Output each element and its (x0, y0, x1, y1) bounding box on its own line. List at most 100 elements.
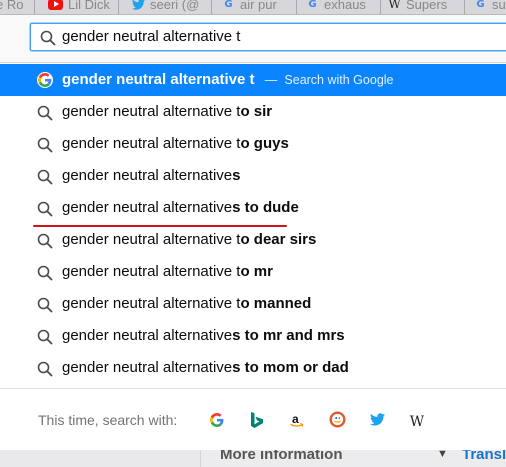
page-left-column (0, 450, 201, 467)
suggestion-row[interactable]: gender neutral alternatives to dude (0, 192, 506, 224)
suggestion-text: gender neutral alternatives to mom or da… (62, 352, 349, 384)
tab-1-label: e Ro (0, 0, 24, 12)
search-with-google-row[interactable]: gender neutral alternative t — Search wi… (0, 64, 506, 96)
chevron-down-icon[interactable]: ▼ (437, 450, 448, 460)
engine-bing-button[interactable] (245, 410, 269, 434)
page-content-behind: More information ▼ Transl (0, 450, 506, 467)
twitter-icon (132, 0, 145, 11)
completion-part: s to dude (232, 199, 299, 216)
tab-5[interactable]: G exhaus (306, 0, 378, 14)
google-icon (37, 72, 53, 88)
tab-4-label: air pur (240, 0, 277, 12)
tab-5-label: exhaus (324, 0, 366, 12)
selected-suggestion-text: gender neutral alternative t — Search wi… (62, 64, 394, 96)
action-separator: — (264, 73, 278, 87)
suggestion-text: gender neutral alternatives to mr and mr… (62, 320, 345, 352)
tab-4[interactable]: G air pur (222, 0, 294, 14)
tab-separator (118, 0, 119, 14)
translate-link[interactable]: Transl (462, 450, 506, 463)
engine-amazon-button[interactable]: a (285, 410, 309, 434)
tab-separator (464, 0, 465, 14)
search-icon (37, 329, 53, 345)
search-icon (37, 201, 53, 217)
typed-part: gender neutral alternative t (62, 231, 241, 248)
url-input[interactable] (62, 27, 482, 47)
google-icon (210, 412, 224, 432)
suggestion-row[interactable]: gender neutral alternatives to mom or da… (0, 352, 506, 384)
suggestion-row[interactable]: gender neutral alternatives to mr and mr… (0, 320, 506, 352)
tab-7-label: su (492, 0, 506, 12)
suggestion-row[interactable]: gender neutral alternative to guys (0, 128, 506, 160)
google-icon: G (224, 0, 233, 10)
tab-strip: e Ro Lil Dick seeri (@ G air pur G exhau… (0, 0, 506, 15)
wikipedia-icon: W (409, 414, 425, 430)
tab-separator (380, 0, 381, 14)
selected-query: gender neutral alternative t (62, 71, 255, 88)
tab-1[interactable]: e Ro (0, 0, 32, 14)
engine-wikipedia-button[interactable]: W (405, 410, 429, 434)
search-icon (37, 137, 53, 153)
wikipedia-icon: W (388, 0, 401, 11)
suggestion-row[interactable]: gender neutral alternative to sir (0, 96, 506, 128)
nav-toolbar (0, 15, 506, 62)
tab-3-label: seeri (@ (150, 0, 200, 12)
tab-2[interactable]: Lil Dick (48, 0, 114, 14)
typed-part: gender neutral alternative (62, 327, 233, 344)
typed-part: gender neutral alternative (62, 359, 233, 376)
engine-duckduckgo-button[interactable] (325, 410, 349, 434)
search-icon (37, 265, 53, 281)
one-off-search-bar: This time, search with: a W (0, 388, 506, 452)
search-icon (37, 361, 53, 377)
engine-twitter-button[interactable] (365, 410, 389, 434)
completion-part: o mr (240, 263, 273, 280)
typed-part: gender neutral alternative t (62, 135, 241, 152)
twitter-icon (369, 413, 385, 431)
autocomplete-popup: gender neutral alternative t — Search wi… (0, 62, 506, 452)
suggestion-row[interactable]: gender neutral alternative to mr (0, 256, 506, 288)
completion-part: s to mom or dad (232, 359, 349, 376)
tab-3[interactable]: seeri (@ (132, 0, 204, 14)
completion-part: s (232, 167, 241, 184)
completion-part: o guys (240, 135, 289, 152)
svg-text:a: a (292, 412, 299, 426)
suggestion-row[interactable]: gender neutral alternative to manned (0, 288, 506, 320)
typed-part: gender neutral alternative t (62, 295, 241, 312)
one-off-label: This time, search with: (38, 412, 178, 428)
tab-separator (296, 0, 297, 14)
suggestion-text: gender neutral alternatives (62, 160, 240, 192)
suggestion-text: gender neutral alternatives to dude (62, 192, 299, 224)
typed-part: gender neutral alternative (62, 199, 233, 216)
suggestion-text: gender neutral alternative to dear sirs (62, 224, 316, 256)
url-bar[interactable] (30, 23, 506, 51)
tab-2-label: Lil Dick (68, 0, 110, 12)
search-icon (40, 30, 56, 51)
completion-part: o manned (240, 295, 312, 312)
more-information-heading: More information (220, 450, 343, 463)
tab-separator (34, 0, 35, 14)
typed-part: gender neutral alternative (62, 167, 233, 184)
engine-google-button[interactable] (205, 410, 229, 434)
suggestion-text: gender neutral alternative to mr (62, 256, 273, 288)
search-icon (37, 105, 53, 121)
search-with-google-label: Search with Google (284, 73, 394, 87)
suggestion-row[interactable]: gender neutral alternative to dear sirs (0, 224, 506, 256)
amazon-icon: a (289, 412, 305, 433)
search-icon (37, 233, 53, 249)
typed-part: gender neutral alternative t (62, 103, 241, 120)
search-icon (37, 297, 53, 313)
tab-6[interactable]: W Supers (388, 0, 460, 14)
suggestion-text: gender neutral alternative to manned (62, 288, 311, 320)
youtube-icon (48, 0, 63, 10)
tab-separator (211, 0, 212, 14)
suggestion-row[interactable]: gender neutral alternatives (0, 160, 506, 192)
tab-7[interactable]: G su (474, 0, 506, 14)
bing-icon (250, 411, 264, 433)
search-icon (37, 169, 53, 185)
typed-part: gender neutral alternative t (62, 263, 241, 280)
completion-part: o dear sirs (240, 231, 317, 248)
suggestion-text: gender neutral alternative to sir (62, 96, 272, 128)
suggestion-text: gender neutral alternative to guys (62, 128, 289, 160)
duckduckgo-icon (329, 411, 346, 433)
google-icon: G (476, 0, 485, 10)
tab-6-label: Supers (406, 0, 448, 12)
